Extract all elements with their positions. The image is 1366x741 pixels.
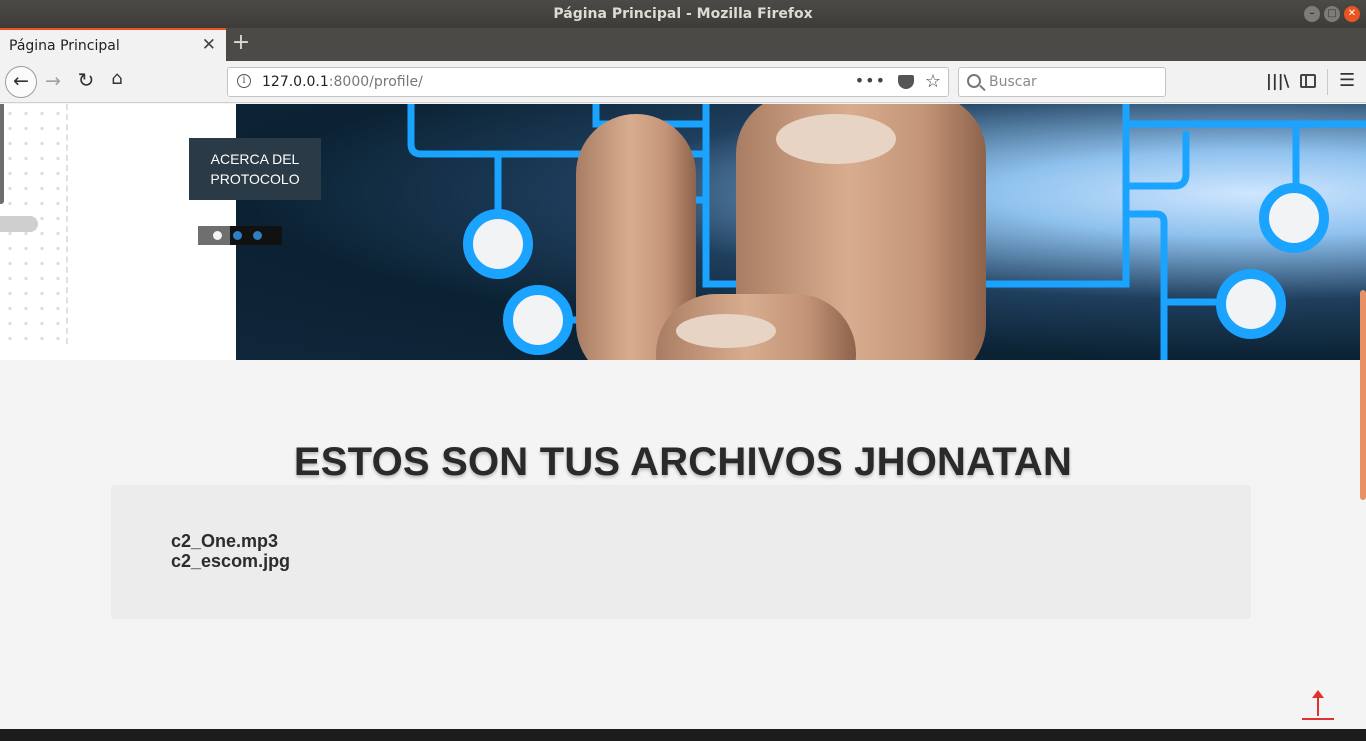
minimize-icon[interactable]: –	[1304, 6, 1320, 22]
bookmark-star-icon[interactable]: ☆	[925, 71, 941, 92]
home-icon[interactable]: ⌂	[106, 68, 128, 89]
files-panel: c2_One.mp3 c2_escom.jpg	[111, 485, 1251, 619]
site-info-icon[interactable]: i	[237, 74, 251, 88]
scroll-top-underline	[1302, 718, 1334, 720]
device-base-illustration	[0, 216, 38, 232]
url-bar[interactable]: i 127.0.0.1:8000/profile/ ••• ☆	[227, 67, 949, 97]
dashed-line-decoration	[66, 104, 68, 344]
search-icon	[967, 74, 981, 88]
slider-dot-2[interactable]	[233, 231, 242, 240]
slider-pagination	[198, 226, 282, 245]
device-illustration	[0, 104, 4, 204]
file-item[interactable]: c2_escom.jpg	[171, 551, 290, 571]
tab-close-icon[interactable]: ✕	[202, 35, 216, 55]
hero-caption-line1: ACERCA DEL	[210, 151, 300, 167]
hamburger-menu-icon[interactable]: ☰	[1339, 70, 1355, 91]
hero-caption[interactable]: ACERCA DEL PROTOCOLO	[189, 138, 321, 200]
file-list: c2_One.mp3 c2_escom.jpg	[171, 531, 290, 571]
scroll-to-top-icon[interactable]	[1302, 690, 1334, 722]
back-arrow-icon[interactable]: ←	[5, 66, 37, 98]
sidebar-icon[interactable]	[1300, 74, 1316, 88]
file-item[interactable]: c2_One.mp3	[171, 531, 290, 551]
slider-dot-1[interactable]	[213, 231, 222, 240]
url-text[interactable]: 127.0.0.1:8000/profile/	[262, 74, 423, 90]
new-tab-icon[interactable]: +	[230, 30, 252, 55]
tab-bar: Página Principal ✕ +	[0, 28, 1366, 61]
page-actions-icon[interactable]: •••	[855, 71, 886, 90]
pocket-icon[interactable]	[898, 75, 914, 89]
pointing-hand-illustration	[576, 104, 996, 360]
library-icon[interactable]: |||\	[1266, 71, 1289, 90]
maximize-icon[interactable]: □	[1324, 6, 1340, 22]
page-scrollbar[interactable]	[1360, 290, 1366, 500]
window-titlebar: Página Principal - Mozilla Firefox – □ ✕	[0, 0, 1366, 28]
url-host: 127.0.0.1	[262, 74, 329, 90]
navigation-toolbar: ← → ↻ ⌂ i 127.0.0.1:8000/profile/ ••• ☆ …	[0, 61, 1366, 103]
window-controls: – □ ✕	[1304, 6, 1360, 22]
tab-pagina-principal[interactable]: Página Principal ✕	[0, 28, 226, 61]
window-title: Página Principal - Mozilla Firefox	[553, 6, 813, 22]
reload-icon[interactable]: ↻	[75, 68, 97, 92]
slider-dot-3[interactable]	[253, 231, 262, 240]
forward-arrow-icon[interactable]: →	[42, 70, 64, 92]
close-icon[interactable]: ✕	[1344, 6, 1360, 22]
hero-caption-line2: PROTOCOLO	[210, 171, 300, 187]
search-bar[interactable]	[958, 67, 1166, 97]
footer	[0, 729, 1366, 741]
scroll-top-arrow-shaft	[1317, 693, 1319, 716]
hero-slide-image	[236, 104, 1366, 360]
files-section-title: ESTOS SON TUS ARCHIVOS JHONATAN	[293, 440, 1073, 484]
url-path: :8000/profile/	[328, 74, 423, 90]
search-input[interactable]	[989, 70, 1159, 94]
toolbar-separator	[1327, 69, 1328, 95]
page-viewport: ACERCA DEL PROTOCOLO ESTOS SON TUS ARCHI…	[0, 104, 1366, 741]
tab-title: Página Principal	[9, 38, 120, 54]
